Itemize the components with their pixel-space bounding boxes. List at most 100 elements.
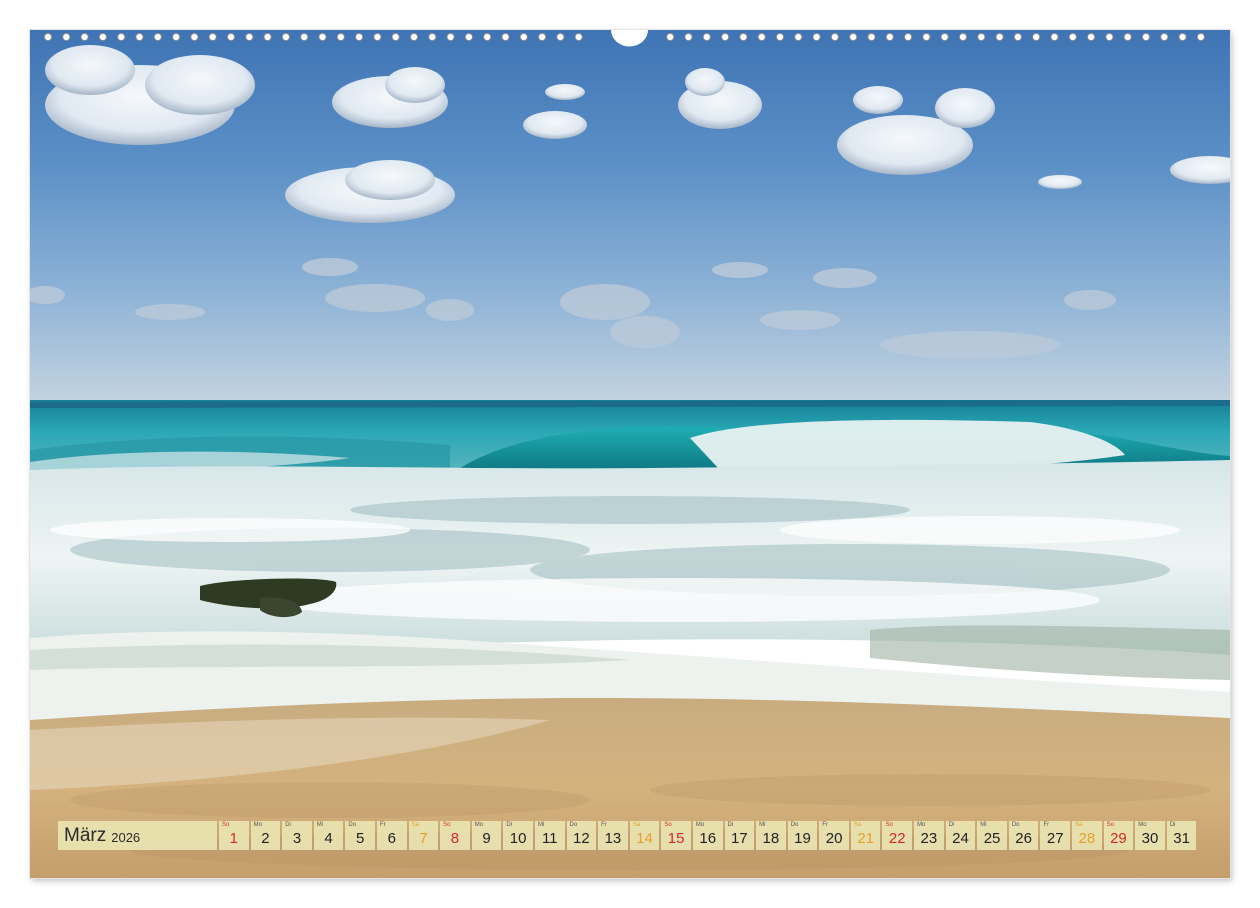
- binding-hole: [373, 32, 382, 42]
- calendar-page: März 2026 So 1 Mo 2 Di 3 Mi 4 Do 5 Fr 6 Sa 7 So 8 Mo 9 Di 1…: [30, 30, 1230, 878]
- binding-hole: [190, 32, 199, 42]
- binding-hole: [867, 32, 876, 42]
- binding-hole: [336, 32, 345, 42]
- day-number: 11: [541, 830, 558, 847]
- day-number: 8: [450, 830, 460, 847]
- weekday-label: Di: [727, 822, 734, 828]
- day-number: 29: [1110, 830, 1127, 847]
- weekday-label: Do: [790, 822, 799, 828]
- day-cell: Fr 13: [598, 821, 628, 850]
- weekday-label: Do: [348, 822, 357, 828]
- binding-hole: [281, 32, 290, 42]
- binding-hole: [1160, 32, 1169, 42]
- binding-hole: [995, 32, 1004, 42]
- day-cell: So 22: [882, 821, 913, 850]
- day-number: 25: [983, 830, 1001, 847]
- day-cell: So 1: [219, 821, 249, 850]
- weekday-label: Di: [506, 822, 513, 828]
- day-cell: Mo 9: [471, 821, 502, 850]
- day-cell: Di 31: [1166, 821, 1197, 850]
- day-number: 31: [1173, 830, 1190, 847]
- weekday-label: Mo: [1138, 822, 1147, 828]
- weekday-label: So: [222, 822, 230, 828]
- day-cell: Mi 18: [756, 821, 786, 850]
- binding-hole: [208, 32, 217, 42]
- weekday-label: Sa: [411, 822, 419, 828]
- day-number: 30: [1141, 830, 1159, 847]
- binding-hole: [464, 32, 473, 42]
- weekday-label: So: [664, 822, 672, 828]
- weekday-label: Mi: [980, 822, 987, 828]
- day-cell: Do 5: [345, 821, 375, 850]
- binding-hole: [1087, 32, 1096, 42]
- spiral-binding: [43, 30, 1206, 47]
- weekday-label: Mo: [695, 822, 705, 828]
- day-number: 6: [387, 830, 396, 847]
- binding-hole: [1050, 32, 1059, 42]
- binding-hole: [226, 32, 236, 42]
- binding-hole: [830, 32, 840, 42]
- binding-hole: [958, 32, 968, 42]
- day-cell: Mi 25: [977, 821, 1007, 850]
- day-cell: Mi 4: [313, 821, 344, 850]
- day-cell: Do 19: [787, 821, 818, 850]
- month-label: März 2026: [58, 821, 217, 850]
- binding-hole: [812, 32, 821, 42]
- day-number: 21: [857, 830, 875, 847]
- binding-hole: [409, 32, 419, 42]
- weekday-label: Do: [1011, 822, 1020, 828]
- day-number: 24: [952, 830, 969, 847]
- weekday-label: Sa: [853, 822, 862, 828]
- weekday-label: Fr: [379, 822, 386, 828]
- day-cell: Do 12: [566, 821, 597, 850]
- day-cell: Di 10: [503, 821, 533, 850]
- beach-wave-photo: [30, 30, 1230, 878]
- day-cell: Mo 30: [1135, 821, 1165, 850]
- day-cell: Sa 7: [408, 821, 439, 850]
- binding-hole: [428, 32, 437, 42]
- day-cell: Di 3: [282, 821, 312, 850]
- binding-hole: [62, 32, 71, 42]
- binding-hole: [172, 32, 181, 42]
- weekday-label: Fr: [1043, 822, 1050, 828]
- binding-hole: [501, 32, 510, 42]
- year-label: 2026: [111, 829, 141, 845]
- day-cell: Mo 23: [914, 821, 944, 850]
- day-cell: Do 26: [1008, 821, 1039, 850]
- day-number: 22: [888, 830, 906, 847]
- day-number: 20: [825, 830, 843, 847]
- binding-hole: [80, 32, 89, 42]
- day-cell: Sa 28: [1072, 821, 1102, 850]
- binding-hole: [355, 32, 364, 42]
- calendar-strip: März 2026 So 1 Mo 2 Di 3 Mi 4 Do 5 Fr 6 Sa 7 So 8 Mo 9 Di 1…: [58, 821, 1202, 850]
- weekday-label: Mo: [917, 822, 926, 828]
- binding-hole: [574, 32, 583, 42]
- binding-hole: [263, 32, 272, 42]
- day-number: 26: [1015, 830, 1032, 847]
- binding-hole: [940, 32, 949, 42]
- binding-hole: [153, 32, 162, 42]
- day-cell: Di 24: [945, 821, 976, 850]
- day-cell: Mi 11: [534, 821, 565, 850]
- binding-hole: [556, 32, 565, 42]
- day-number: 17: [730, 830, 748, 847]
- day-number: 16: [699, 830, 717, 847]
- day-number: 28: [1078, 830, 1096, 847]
- binding-hole: [775, 32, 785, 42]
- day-number: 7: [419, 830, 428, 847]
- day-cell: So 29: [1103, 821, 1134, 850]
- binding-hole: [483, 32, 492, 42]
- day-cell: So 15: [661, 821, 691, 850]
- day-cell: Fr 20: [819, 821, 849, 850]
- day-cells: So 1 Mo 2 Di 3 Mi 4 Do 5 Fr 6 Sa 7 So 8 Mo 9 Di 10 Mi 11 Do 12 F…: [219, 821, 1197, 850]
- weekday-label: Di: [1169, 822, 1176, 828]
- day-number: 18: [762, 830, 780, 847]
- day-cell: Fr 27: [1040, 821, 1071, 850]
- day-number: 27: [1046, 830, 1064, 847]
- binding-hole: [318, 32, 327, 42]
- weekday-label: So: [443, 822, 451, 828]
- binding-hole: [739, 32, 748, 42]
- binding-hole: [757, 32, 766, 42]
- binding-hole: [117, 32, 126, 42]
- binding-hole: [245, 32, 254, 42]
